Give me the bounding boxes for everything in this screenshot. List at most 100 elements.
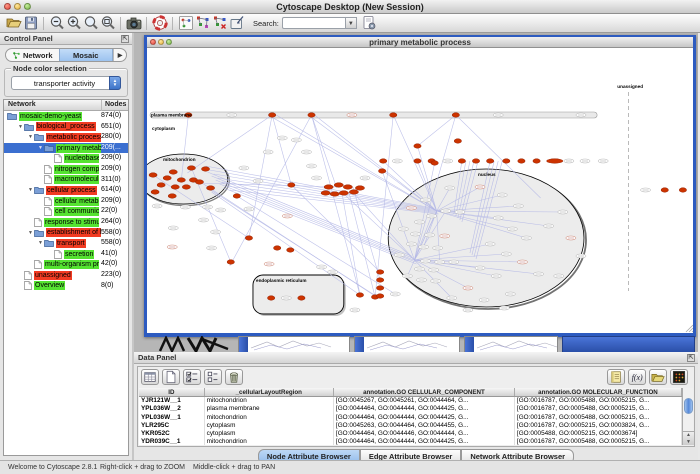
background-network-thumbnail[interactable] xyxy=(158,336,230,352)
scrollbar-arrows[interactable]: ▲▼ xyxy=(683,431,694,445)
new-attribute-icon-button[interactable] xyxy=(162,369,180,385)
network-node[interactable] xyxy=(269,113,276,117)
unselect-attributes-icon-button[interactable] xyxy=(204,369,222,385)
close-button[interactable] xyxy=(4,3,11,10)
network-node[interactable] xyxy=(414,159,421,163)
network-node[interactable] xyxy=(330,192,339,196)
network-node[interactable] xyxy=(377,286,384,290)
import-network-icon-button[interactable] xyxy=(228,15,245,32)
network-node[interactable] xyxy=(533,159,540,163)
network-node[interactable] xyxy=(163,176,171,180)
column-header[interactable]: annotation.GO CELLULAR_COMPONENT xyxy=(334,388,515,396)
net-minimize-button[interactable] xyxy=(158,39,164,45)
network-node[interactable] xyxy=(274,246,281,250)
network-node[interactable] xyxy=(472,159,479,163)
network-node[interactable] xyxy=(298,296,305,300)
network-node[interactable] xyxy=(321,191,330,195)
network-node[interactable] xyxy=(182,185,190,189)
table-row[interactable]: YJR121W__1mitochondrion[GO:0045267, GO:0… xyxy=(139,397,682,405)
network-node[interactable] xyxy=(157,183,165,187)
network-node[interactable] xyxy=(287,248,294,252)
search-dropdown-arrow[interactable]: ▼ xyxy=(346,17,357,29)
network-node[interactable] xyxy=(503,159,510,163)
zoom-out-icon-button[interactable] xyxy=(48,15,65,32)
tree-row[interactable]: ▼establishment of lo558(0) xyxy=(4,228,128,239)
scrollbar-thumb[interactable] xyxy=(684,398,693,414)
network-node[interactable] xyxy=(169,170,177,174)
table-row[interactable]: YPL036W__2plasma membrane[GO:0044464, GO… xyxy=(139,405,682,413)
network-node[interactable] xyxy=(339,191,348,195)
formula-builder-icon-button[interactable]: f(x) xyxy=(628,369,646,385)
network-node[interactable] xyxy=(334,183,343,187)
network-node[interactable] xyxy=(679,188,686,192)
network-node[interactable] xyxy=(458,159,465,163)
table-row[interactable]: YPL036W__1mitochondrion[GO:0044464, GO:0… xyxy=(139,414,682,422)
tree-row[interactable]: multi-organism pro42(0) xyxy=(4,259,128,270)
tree-row[interactable]: ▼primary metabolic209(... xyxy=(4,143,128,154)
network-node[interactable] xyxy=(377,294,384,298)
attribute-matrix-icon-button[interactable] xyxy=(670,369,688,385)
network-node[interactable] xyxy=(308,113,315,117)
network-node[interactable] xyxy=(149,173,157,177)
network-node[interactable] xyxy=(379,169,386,173)
network-node[interactable] xyxy=(171,185,179,189)
background-window[interactable] xyxy=(354,336,460,352)
zoom-in-icon-button[interactable] xyxy=(65,15,82,32)
network-node[interactable] xyxy=(518,159,525,163)
network-node[interactable] xyxy=(454,139,461,143)
table-scrollbar[interactable]: ▲▼ xyxy=(682,388,693,445)
network-node[interactable] xyxy=(661,188,668,192)
net-zoom-button[interactable] xyxy=(166,39,172,45)
column-header[interactable]: ID xyxy=(139,388,205,396)
column-header[interactable]: annotation.GO MOLECULAR_FUNCTION xyxy=(515,388,682,396)
zoom-selected-icon-button[interactable] xyxy=(82,15,99,32)
tab-network[interactable]: Network xyxy=(6,49,59,61)
zoom-fit-icon-button[interactable] xyxy=(99,15,116,32)
minimize-button[interactable] xyxy=(14,3,21,10)
tree-row[interactable]: nucleobase-c209(0) xyxy=(4,153,128,164)
table-row[interactable]: YKR052Ccytoplasm[GO:0044464, GO:0044446,… xyxy=(139,430,682,438)
tree-row[interactable]: nitrogen compou209(0) xyxy=(4,164,128,175)
tree-row[interactable]: macromolecule311(0) xyxy=(4,175,128,186)
tree-row[interactable]: ▼transport558(0) xyxy=(4,238,128,249)
network-node[interactable] xyxy=(324,185,333,189)
network-canvas[interactable]: plasma membranecytoplasmmitochondrionnuc… xyxy=(147,48,693,333)
select-attributes-icon-button[interactable] xyxy=(183,369,201,385)
help-lifering-icon-button[interactable] xyxy=(151,15,168,32)
tree-row[interactable]: cellular metabol209(0) xyxy=(4,196,128,207)
network-node[interactable] xyxy=(431,161,438,165)
tree-row[interactable]: ▼biological_process651(0) xyxy=(4,122,128,133)
background-window[interactable] xyxy=(464,336,558,352)
attribute-notes-icon-button[interactable] xyxy=(607,369,625,385)
network-node[interactable] xyxy=(380,159,387,163)
network-node[interactable] xyxy=(377,278,384,282)
net-close-button[interactable] xyxy=(150,39,156,45)
network-node[interactable] xyxy=(207,186,215,190)
node-color-dropdown[interactable]: transporter activity ▲▼ xyxy=(11,76,121,90)
tree-row[interactable]: ▼cellular process614(0) xyxy=(4,185,128,196)
network-node[interactable] xyxy=(343,185,352,189)
table-row[interactable]: YLR295Ccytoplasm[GO:0045263, GO:0044464,… xyxy=(139,422,682,430)
tree-row[interactable]: unassigned223(0) xyxy=(4,270,128,281)
network-node[interactable] xyxy=(349,190,358,194)
background-window-frame[interactable] xyxy=(562,336,695,352)
zoom-button[interactable] xyxy=(24,3,31,10)
tree-row[interactable]: response to stimul264(0) xyxy=(4,217,128,228)
network-node[interactable] xyxy=(390,113,397,117)
network-node[interactable] xyxy=(452,113,459,117)
network-node[interactable] xyxy=(268,296,275,300)
tree-row[interactable]: Overview8(0) xyxy=(4,281,128,292)
network-node[interactable] xyxy=(355,186,364,190)
network-node[interactable] xyxy=(168,194,176,198)
network-node[interactable] xyxy=(487,159,494,163)
network-node[interactable] xyxy=(187,166,195,170)
tree-row[interactable]: cell communicat22(0) xyxy=(4,206,128,217)
network-node[interactable] xyxy=(151,190,159,194)
tree-row[interactable]: mosaic-demo-yeast874(0) xyxy=(4,111,128,122)
tab-mosaic[interactable]: Mosaic xyxy=(59,49,114,61)
network-node[interactable] xyxy=(201,167,209,171)
network-node[interactable] xyxy=(245,236,252,240)
network-node[interactable] xyxy=(227,260,234,264)
open-file-icon-button[interactable] xyxy=(5,15,22,32)
snapshot-camera-icon-button[interactable] xyxy=(125,15,142,32)
